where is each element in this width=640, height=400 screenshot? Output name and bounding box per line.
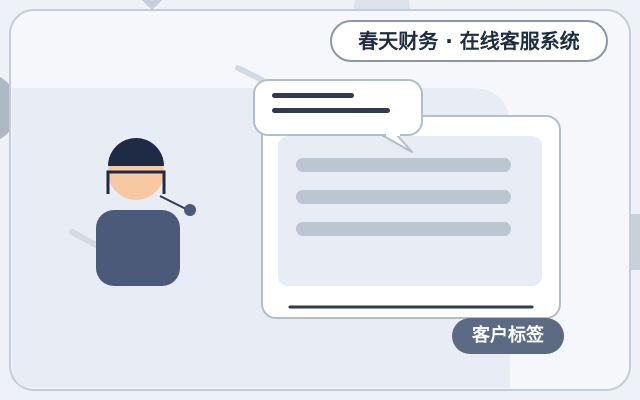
chat-window-icon — [261, 115, 561, 319]
bubble-frame — [253, 79, 423, 136]
app-title-badge: 春天财务 · 在线客服系统 — [330, 20, 608, 62]
message-line-2 — [296, 190, 511, 204]
bubble-line-1 — [272, 93, 354, 98]
bubble-line-2 — [272, 108, 390, 113]
agent-body — [96, 210, 180, 286]
headset-mic — [184, 204, 196, 216]
support-illustration: 春天财务 · 在线客服系统 客户标签 — [0, 0, 640, 400]
customer-tag-button[interactable]: 客户标签 — [452, 318, 564, 354]
message-line-1 — [296, 158, 511, 172]
top-notch-decoration — [142, 0, 162, 10]
message-line-3 — [296, 222, 511, 236]
bubble-tail-joint — [386, 132, 400, 136]
